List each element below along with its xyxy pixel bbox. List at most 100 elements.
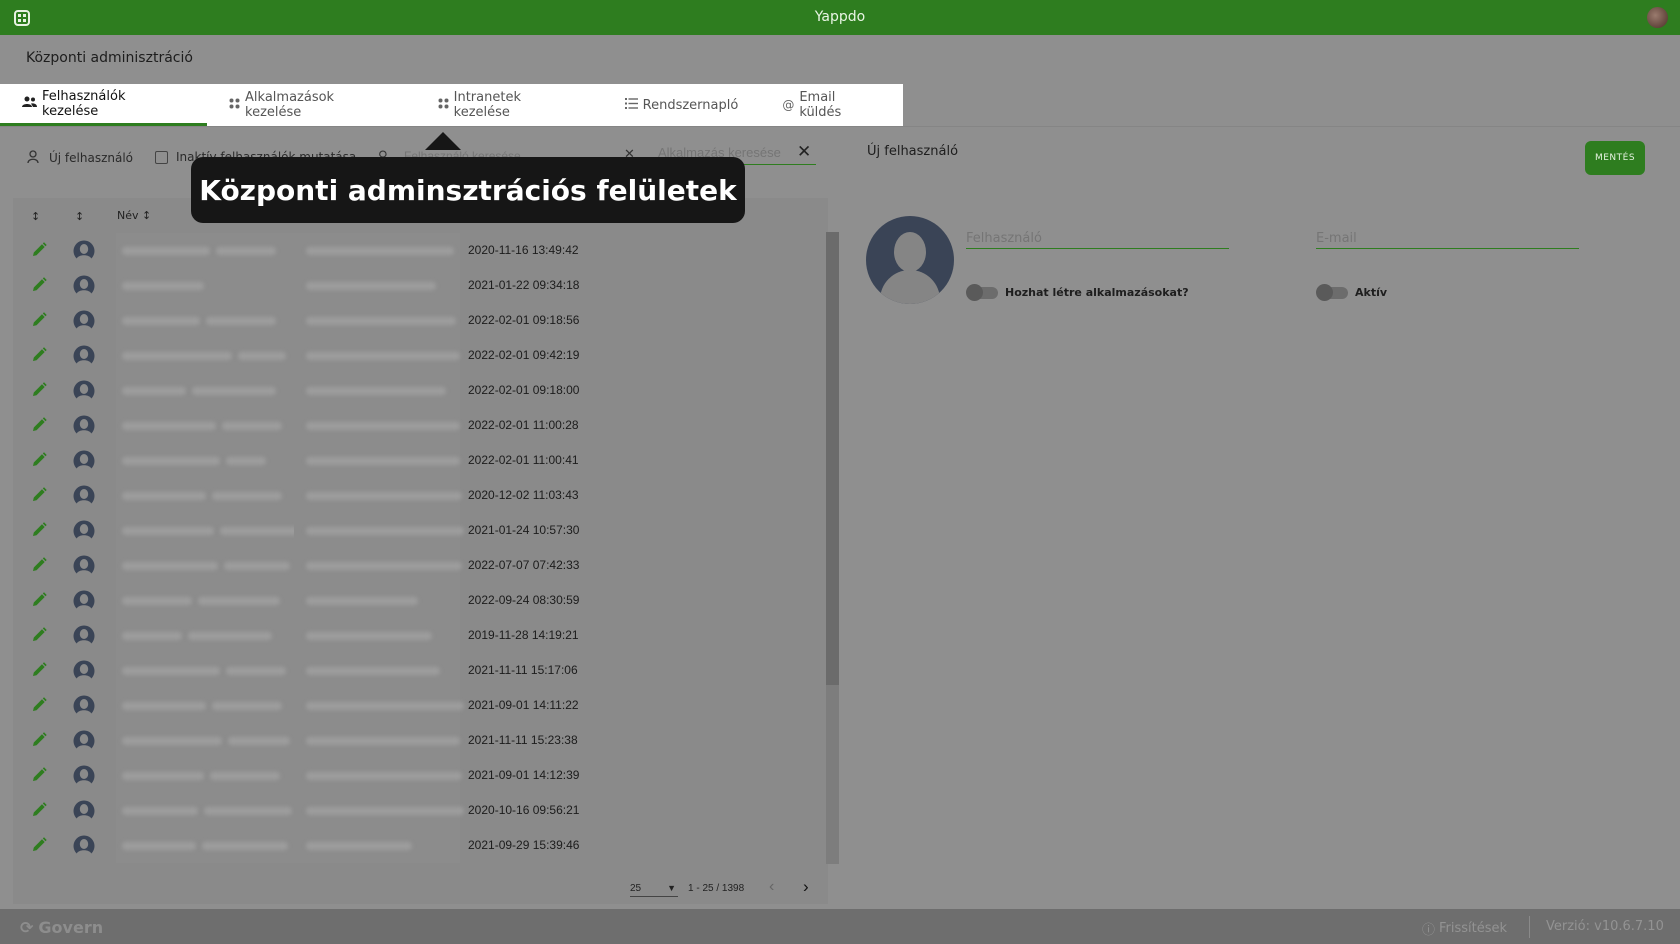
tab-intranets[interactable]: Intranetek kezelése	[416, 84, 603, 126]
edit-pencil-icon[interactable]	[30, 661, 48, 679]
table-row[interactable]: 2020-10-16 09:56:21	[13, 793, 813, 828]
user-email-redacted	[294, 478, 462, 513]
create-apps-toggle[interactable]	[966, 284, 998, 301]
user-avatar[interactable]	[1647, 7, 1668, 28]
tab-applications[interactable]: Alkalmazások kezelése	[207, 84, 416, 126]
edit-pencil-icon[interactable]	[30, 381, 48, 399]
scrollbar-thumb[interactable]	[826, 232, 839, 685]
edit-pencil-icon[interactable]	[30, 556, 48, 574]
user-created-date: 2021-11-11 15:17:06	[468, 663, 578, 677]
table-row[interactable]: 2021-09-29 15:39:46	[13, 828, 813, 863]
edit-pencil-icon[interactable]	[30, 276, 48, 294]
user-name-redacted	[116, 758, 294, 793]
user-name-redacted	[116, 268, 294, 303]
tooltip-arrow	[425, 132, 461, 150]
user-name-redacted	[116, 513, 298, 548]
new-user-button[interactable]: Új felhasználó	[27, 148, 133, 168]
table-row[interactable]: 2021-09-01 14:12:39	[13, 758, 813, 793]
at-icon: @	[782, 98, 795, 112]
table-row[interactable]: 2022-02-01 09:42:19	[13, 338, 813, 373]
info-icon: ⓘ	[1422, 923, 1436, 938]
profile-avatar[interactable]	[866, 216, 954, 304]
active-toggle[interactable]	[1316, 284, 1348, 301]
edit-pencil-icon[interactable]	[30, 591, 48, 609]
table-row[interactable]: 2020-12-02 11:03:43	[13, 478, 813, 513]
sort-icon[interactable]: ↕	[75, 210, 84, 223]
edit-pencil-icon[interactable]	[30, 836, 48, 854]
edit-pencil-icon[interactable]	[30, 696, 48, 714]
table-row[interactable]: 2019-11-28 14:19:21	[13, 618, 813, 653]
add-user-icon	[27, 149, 41, 167]
edit-pencil-icon[interactable]	[30, 451, 48, 469]
prev-page-icon[interactable]: ‹	[769, 878, 774, 896]
username-field[interactable]	[966, 231, 1229, 249]
table-row[interactable]: 2022-02-01 09:18:56	[13, 303, 813, 338]
clear-app-search-icon[interactable]: ✕	[797, 142, 811, 162]
tab-system-log[interactable]: Rendszernapló	[603, 84, 761, 126]
inactive-users-checkbox[interactable]	[155, 151, 168, 164]
user-email-redacted	[294, 443, 460, 478]
table-row[interactable]: 2021-01-24 10:57:30	[13, 513, 813, 548]
page-size-select[interactable]: 25 ▼	[630, 883, 678, 897]
user-created-date: 2021-01-24 10:57:30	[468, 523, 580, 537]
brand-logo: ⟳ Govern	[20, 918, 103, 937]
divider	[0, 126, 1680, 127]
username-input[interactable]	[966, 231, 1229, 246]
edit-pencil-icon[interactable]	[30, 521, 48, 539]
table-row[interactable]: 2021-01-22 09:34:18	[13, 268, 813, 303]
user-avatar-icon	[73, 345, 95, 368]
table-row[interactable]: 2022-09-24 08:30:59	[13, 583, 813, 618]
email-input[interactable]	[1316, 231, 1579, 246]
table-row[interactable]: 2021-11-11 15:17:06	[13, 653, 813, 688]
save-button[interactable]: MENTÉS	[1585, 141, 1645, 175]
user-email-redacted	[294, 548, 462, 583]
edit-pencil-icon[interactable]	[30, 766, 48, 784]
table-row[interactable]: 2022-02-01 09:18:00	[13, 373, 813, 408]
user-avatar-icon	[73, 660, 95, 683]
user-avatar-icon	[73, 275, 95, 298]
edit-pencil-icon[interactable]	[30, 346, 48, 364]
table-row[interactable]: 2020-11-16 13:49:42	[13, 233, 813, 268]
updates-label: Frissítések	[1439, 921, 1508, 936]
table-row[interactable]: 2021-11-11 15:23:38	[13, 723, 813, 758]
edit-pencil-icon[interactable]	[30, 626, 48, 644]
name-column-header[interactable]: Név ↕	[117, 209, 151, 222]
user-name-redacted	[116, 618, 294, 653]
edit-pencil-icon[interactable]	[30, 311, 48, 329]
tab-email[interactable]: @ Email küldés	[760, 84, 903, 126]
user-name-redacted	[116, 478, 294, 513]
user-email-redacted	[294, 723, 460, 758]
edit-pencil-icon[interactable]	[30, 486, 48, 504]
user-avatar-icon	[73, 835, 95, 858]
table-scrollbar[interactable]	[826, 232, 839, 864]
active-label: Aktív	[1355, 286, 1388, 299]
user-avatar-icon	[73, 695, 95, 718]
user-created-date: 2022-02-01 09:18:00	[468, 383, 580, 397]
user-name-redacted	[116, 653, 294, 688]
table-row[interactable]: 2022-02-01 11:00:28	[13, 408, 813, 443]
edit-pencil-icon[interactable]	[30, 416, 48, 434]
user-avatar-icon	[73, 765, 95, 788]
user-email-redacted	[294, 583, 460, 618]
user-email-redacted	[294, 758, 462, 793]
user-name-redacted	[116, 303, 294, 338]
edit-pencil-icon[interactable]	[30, 731, 48, 749]
sort-icon[interactable]: ↕	[31, 210, 40, 223]
user-avatar-icon	[73, 380, 95, 403]
table-row[interactable]: 2021-09-01 14:11:22	[13, 688, 813, 723]
user-avatar-icon	[73, 310, 95, 333]
user-email-redacted	[294, 373, 460, 408]
tab-users[interactable]: Felhasználók kezelése	[0, 84, 208, 126]
new-user-label: Új felhasználó	[49, 151, 134, 165]
email-field[interactable]	[1316, 231, 1579, 249]
updates-link[interactable]: ⓘ Frissítések	[1422, 919, 1507, 938]
tab-label: Email küldés	[799, 90, 842, 120]
table-row[interactable]: 2022-02-01 11:00:41	[13, 443, 813, 478]
table-row[interactable]: 2022-07-07 07:42:33	[13, 548, 813, 583]
user-email-redacted	[294, 793, 464, 828]
next-page-icon[interactable]: ›	[803, 877, 809, 897]
table-body: 2020-11-16 13:49:42 2021-01-22 09:34:18 20…	[13, 233, 813, 863]
edit-pencil-icon[interactable]	[30, 801, 48, 819]
edit-pencil-icon[interactable]	[30, 241, 48, 259]
user-created-date: 2020-11-16 13:49:42	[468, 243, 579, 257]
